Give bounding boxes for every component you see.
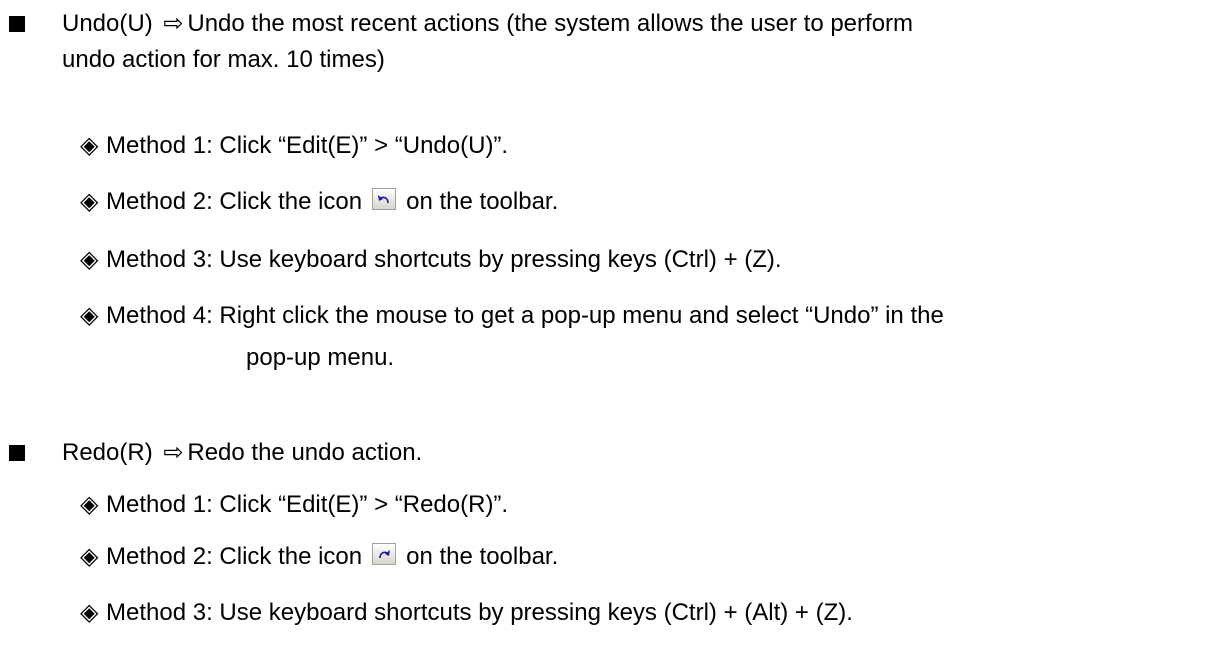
right-arrow-icon: ⇨: [163, 439, 184, 466]
redo-method-1: ◈ Method 1: Click “Edit(E)” > “Redo(R)”.: [80, 489, 508, 521]
undo-term: Undo(U): [62, 10, 153, 37]
diamond-bullet-icon: ◈: [80, 599, 99, 626]
redo-icon: [372, 542, 397, 565]
diamond-bullet-icon: ◈: [80, 543, 99, 570]
diamond-bullet-icon: ◈: [80, 491, 99, 518]
diamond-bullet-icon: ◈: [80, 188, 99, 215]
redo-term: Redo(R): [62, 439, 153, 466]
undo-icon: [372, 187, 397, 210]
right-arrow-icon: ⇨: [163, 10, 184, 37]
undo-method-4-continued: pop-up menu.: [246, 344, 395, 371]
diamond-bullet-icon: ◈: [80, 246, 99, 273]
undo-heading: Undo(U) ⇨ Undo the most recent actions (t…: [0, 8, 1217, 40]
undo-method-3: ◈ Method 3: Use keyboard shortcuts by pre…: [80, 244, 782, 276]
undo-description-continued: undo action for max. 10 times): [62, 46, 385, 73]
redo-section: Redo(R) ⇨ Redo the undo action. ◈ Method 1…: [0, 437, 1217, 626]
diamond-bullet-icon: ◈: [80, 132, 99, 159]
undo-method-4: ◈ Method 4: Right click the mouse to get …: [80, 300, 944, 332]
square-bullet-icon: [9, 16, 25, 32]
redo-method-2: ◈ Method 2: Click the icon on the toolbar.: [80, 541, 558, 573]
redo-method-3: ◈ Method 3: Use keyboard shortcuts by pre…: [80, 597, 853, 629]
redo-description: Redo the undo action.: [187, 439, 423, 466]
document-page: Undo(U) ⇨ Undo the most recent actions (t…: [0, 0, 1217, 662]
undo-description: Undo the most recent actions (the system…: [187, 10, 914, 37]
undo-section: Undo(U) ⇨ Undo the most recent actions (t…: [0, 8, 1217, 371]
square-bullet-icon: [9, 445, 25, 461]
undo-method-1: ◈ Method 1: Click “Edit(E)” > “Undo(U)”.: [80, 130, 508, 162]
redo-heading: Redo(R) ⇨ Redo the undo action.: [0, 437, 1217, 469]
diamond-bullet-icon: ◈: [80, 302, 99, 329]
undo-method-2: ◈ Method 2: Click the icon on the toolbar.: [80, 186, 558, 218]
